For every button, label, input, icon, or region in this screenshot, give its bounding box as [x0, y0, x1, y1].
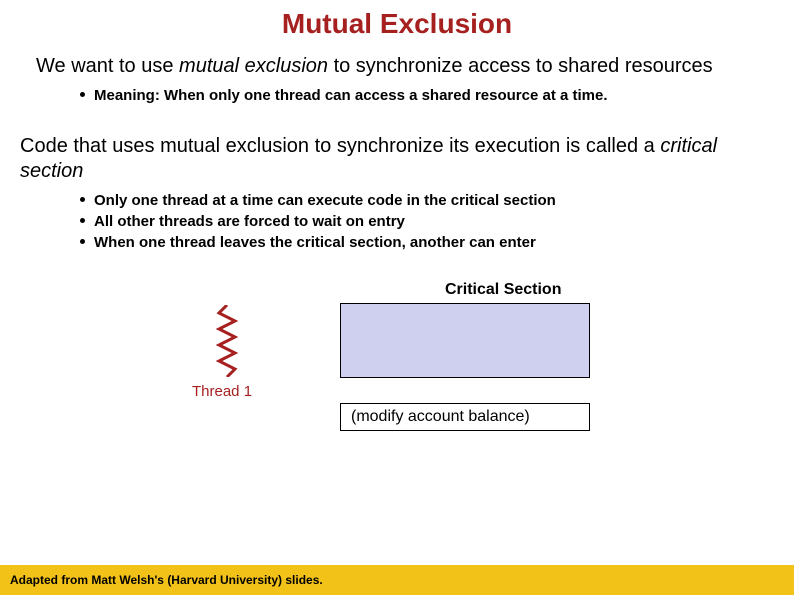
critical-section-label: Critical Section	[445, 281, 561, 299]
critical-section-diagram: Critical Section Thread 1 (modify accoun…	[180, 281, 740, 461]
footer-attribution: Adapted from Matt Welsh's (Harvard Unive…	[0, 565, 794, 595]
intro-paragraph-1: We want to use mutual exclusion to synch…	[20, 54, 774, 79]
list-item: Meaning: When only one thread can access…	[80, 85, 774, 106]
bullet-list-2: Only one thread at a time can execute co…	[20, 190, 774, 253]
bullet-list-1: Meaning: When only one thread can access…	[20, 85, 774, 106]
critical-section-box	[340, 303, 590, 378]
thread-zigzag-icon	[215, 305, 239, 377]
p1-italic: mutual exclusion	[179, 55, 328, 77]
list-item: All other threads are forced to wait on …	[80, 211, 774, 232]
modify-balance-box: (modify account balance)	[340, 403, 590, 431]
list-item: Only one thread at a time can execute co…	[80, 190, 774, 211]
list-item: When one thread leaves the critical sect…	[80, 232, 774, 253]
slide-body: Mutual Exclusion We want to use mutual e…	[0, 0, 794, 461]
p2-pre: Code that uses mutual exclusion to synch…	[20, 135, 660, 157]
intro-paragraph-2: Code that uses mutual exclusion to synch…	[20, 134, 774, 184]
slide-title: Mutual Exclusion	[20, 8, 774, 40]
thread-label: Thread 1	[192, 383, 252, 400]
p1-post: to synchronize access to shared resource…	[328, 55, 713, 77]
p1-pre: We want to use	[36, 55, 179, 77]
